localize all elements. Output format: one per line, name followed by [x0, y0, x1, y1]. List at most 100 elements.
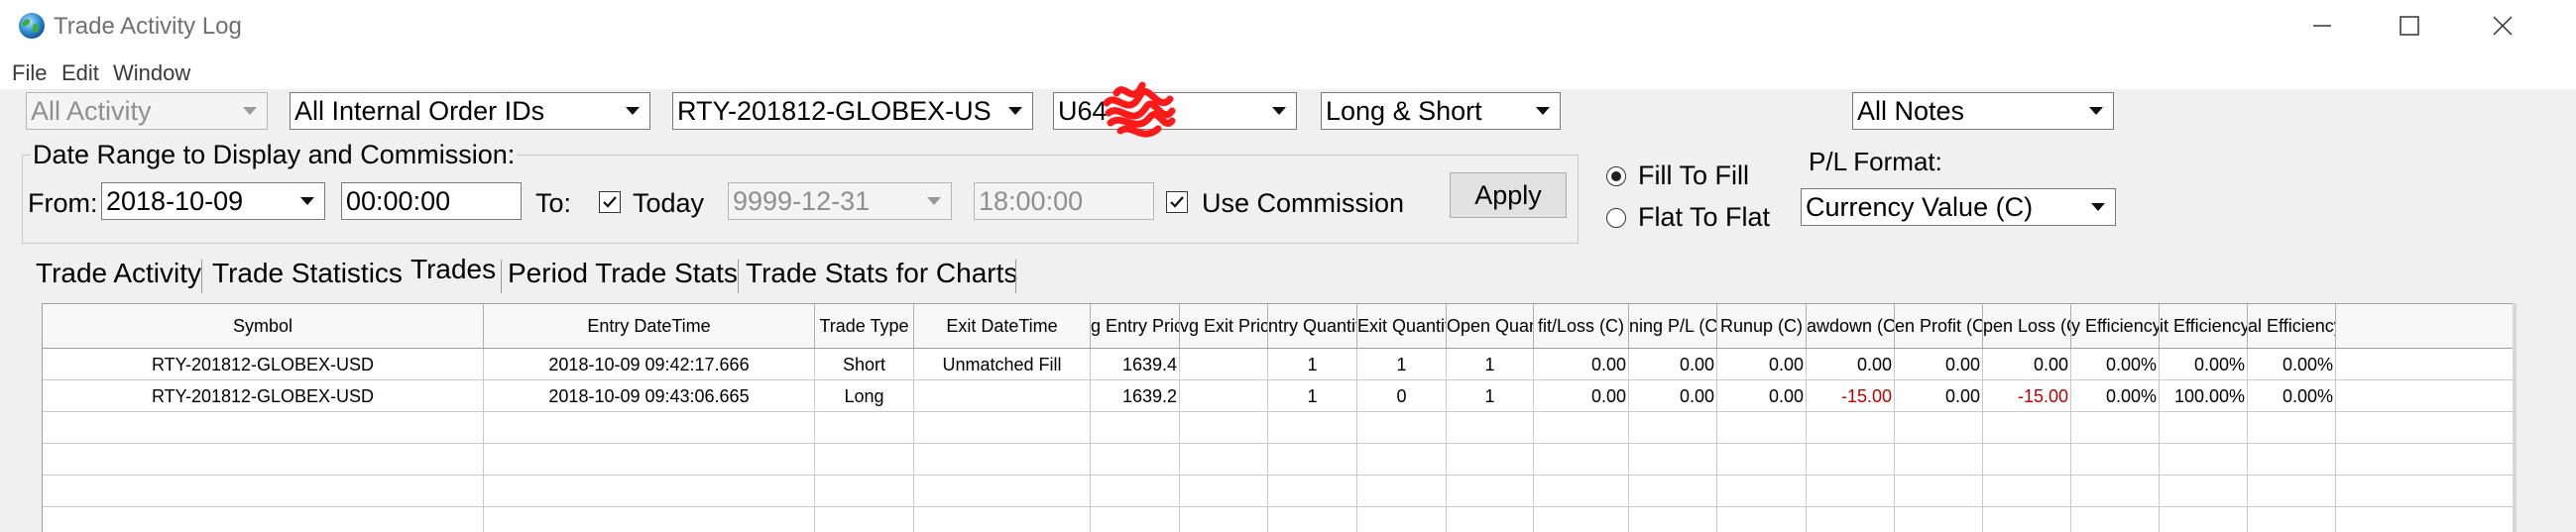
symbol-filter-value: RTY-201812-GLOBEX-US [677, 96, 992, 126]
symbol-filter-select[interactable]: RTY-201812-GLOBEX-US [672, 92, 1033, 130]
column-header-entry-price[interactable]: g Entry Price [1091, 304, 1180, 348]
cell-entry-datetime [484, 412, 815, 444]
column-header-symbol[interactable]: Symbol [43, 304, 484, 348]
table-row[interactable]: RTY-201812-GLOBEX-USD 2018-10-09 09:42:17… [43, 349, 2513, 380]
order-id-filter-select[interactable]: All Internal Order IDs [290, 92, 650, 130]
to-date-picker[interactable]: 9999-12-31 [728, 182, 952, 220]
cell-open-quantity [1447, 412, 1534, 444]
apply-button[interactable]: Apply [1450, 172, 1567, 218]
cell-entry-price [1091, 507, 1180, 532]
table-row[interactable]: RTY-201812-GLOBEX-USD 2018-10-09 09:43:06… [43, 380, 2513, 412]
cell-exit-datetime [914, 444, 1091, 476]
cell-entry-quantity [1268, 444, 1357, 476]
column-header-exit-quantity[interactable]: Exit Quantity [1357, 304, 1447, 348]
table-scrollbar[interactable] [2513, 303, 2517, 532]
cell-drawdown [1807, 444, 1895, 476]
column-header-runup[interactable]: Runup (C) [1717, 304, 1807, 348]
cell-runup [1717, 412, 1807, 444]
empty-table-row[interactable] [43, 444, 2513, 476]
minimize-button[interactable] [2283, 4, 2362, 48]
empty-table-row[interactable] [43, 412, 2513, 444]
chevron-down-icon [1262, 93, 1296, 129]
tab-trades[interactable]: Trades [410, 254, 496, 289]
to-time-field[interactable]: 18:00:00 [974, 182, 1154, 220]
cell-profit-loss [1534, 444, 1629, 476]
cell-symbol [43, 444, 484, 476]
pl-format-select[interactable]: Currency Value (C) [1801, 188, 2116, 226]
column-header-avg-exit-price[interactable]: vg Exit Price [1180, 304, 1268, 348]
cell-open-quantity [1447, 507, 1534, 532]
cell-entry-price: 1639.4 [1091, 349, 1180, 380]
column-header-exit-datetime[interactable]: Exit DateTime [914, 304, 1091, 348]
activity-filter-select[interactable]: All Activity [26, 92, 268, 130]
today-checkbox[interactable] [599, 191, 621, 213]
cell-runup: 0.00 [1717, 349, 1807, 380]
cell-open-quantity [1447, 476, 1534, 507]
direction-filter-select[interactable]: Long & Short [1321, 92, 1561, 130]
cell-entry-efficiency: 0.00% [2071, 349, 2160, 380]
maximize-button[interactable] [2370, 4, 2449, 48]
from-date-value: 2018-10-09 [106, 186, 244, 216]
maximize-icon [2400, 16, 2419, 36]
cell-avg-exit-price [1180, 380, 1268, 412]
use-commission-checkbox[interactable] [1166, 191, 1188, 213]
cell-exit-quantity [1357, 412, 1447, 444]
empty-table-row[interactable] [43, 476, 2513, 507]
redaction-scribble [1103, 73, 1176, 147]
tab-separator [501, 260, 502, 293]
cell-entry-price [1091, 476, 1180, 507]
cell-runup [1717, 444, 1807, 476]
cell-entry-efficiency [2071, 444, 2160, 476]
cell-avg-exit-price [1180, 444, 1268, 476]
column-header-open-loss[interactable]: pen Loss (C) [1983, 304, 2071, 348]
cell-entry-quantity: 1 [1268, 349, 1357, 380]
notes-filter-select[interactable]: All Notes [1852, 92, 2114, 130]
column-header-exit-efficiency[interactable]: it Efficiency [2160, 304, 2248, 348]
column-header-trade-type[interactable]: Trade Type [815, 304, 914, 348]
table-header: Symbol Entry DateTime Trade Type Exit DateT… [43, 304, 2513, 349]
column-header-entry-datetime[interactable]: Entry DateTime [484, 304, 815, 348]
column-header-running-pl[interactable]: ning P/L (C) [1629, 304, 1717, 348]
flat-to-flat-radio[interactable] [1606, 208, 1626, 228]
empty-table-row[interactable] [43, 507, 2513, 532]
cell-entry-efficiency: 0.00% [2071, 380, 2160, 412]
cell-symbol [43, 476, 484, 507]
close-button[interactable] [2463, 4, 2542, 48]
fill-to-fill-label: Fill To Fill [1638, 160, 1750, 190]
tab-period-trade-stats[interactable]: Period Trade Stats [508, 258, 738, 293]
menu-window[interactable]: Window [113, 60, 190, 86]
tab-trade-activity[interactable]: Trade Activity [36, 258, 201, 293]
column-header-entry-efficiency[interactable]: y Efficiency [2071, 304, 2160, 348]
column-header-profit-loss[interactable]: fit/Loss (C) [1534, 304, 1629, 348]
cell-trade-type [815, 507, 914, 532]
menu-file[interactable]: File [12, 60, 47, 86]
cell-total-efficiency: 0.00% [2248, 380, 2336, 412]
cell-exit-quantity [1357, 476, 1447, 507]
cell-total-efficiency [2248, 476, 2336, 507]
from-date-picker[interactable]: 2018-10-09 [101, 182, 325, 220]
fill-to-fill-radio[interactable] [1606, 166, 1626, 186]
tab-trade-statistics[interactable]: Trade Statistics [212, 258, 403, 293]
menu-edit[interactable]: Edit [61, 60, 99, 86]
cell-entry-quantity [1268, 507, 1357, 532]
cell-open-profit: 0.00 [1895, 380, 1983, 412]
column-header-entry-quantity[interactable]: ntry Quantit [1268, 304, 1357, 348]
cell-exit-quantity [1357, 444, 1447, 476]
column-header-drawdown[interactable]: awdown (C) [1807, 304, 1895, 348]
cell-profit-loss [1534, 507, 1629, 532]
cell-open-loss [1983, 476, 2071, 507]
column-header-open-quantity[interactable]: Open Quan [1447, 304, 1534, 348]
trades-table[interactable]: Symbol Entry DateTime Trade Type Exit DateT… [42, 303, 2513, 532]
direction-filter-value: Long & Short [1326, 96, 1482, 126]
cell-total-efficiency [2248, 412, 2336, 444]
to-date-value: 9999-12-31 [733, 186, 871, 216]
tab-trade-stats-for-charts[interactable]: Trade Stats for Charts [746, 258, 1017, 293]
column-header-open-profit[interactable]: en Profit (C) [1895, 304, 1983, 348]
cell-running-pl: 0.00 [1629, 349, 1717, 380]
pl-format-value: Currency Value (C) [1806, 192, 2034, 222]
cell-running-pl: 0.00 [1629, 380, 1717, 412]
from-time-field[interactable]: 00:00:00 [341, 182, 522, 220]
cell-total-efficiency [2248, 444, 2336, 476]
column-header-total-efficiency[interactable]: al Efficiency [2248, 304, 2336, 348]
cell-total-efficiency [2248, 507, 2336, 532]
